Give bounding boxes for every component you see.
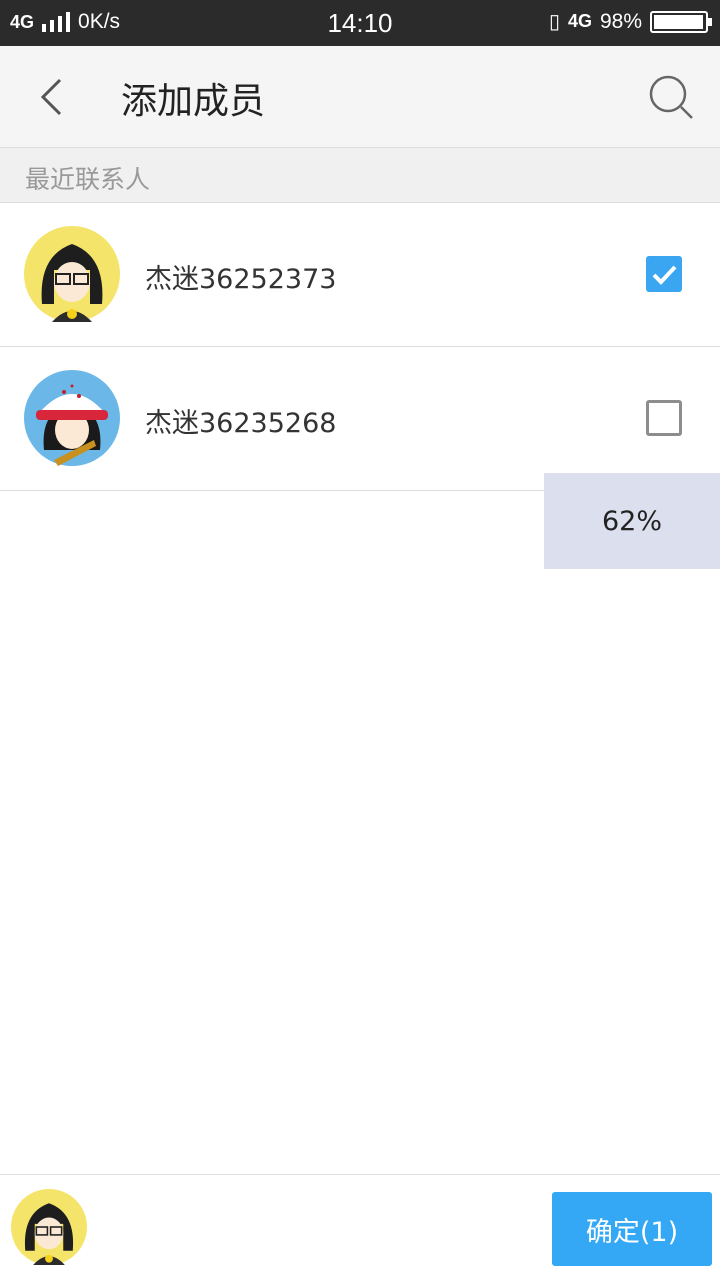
status-right: ▯ 4G 98% (548, 9, 712, 34)
chevron-left-icon[interactable] (30, 74, 76, 120)
battery-percent: 98% (599, 9, 642, 33)
search-icon[interactable] (646, 72, 698, 124)
avatar (24, 370, 120, 466)
contact-row[interactable]: 杰迷36235268 (0, 347, 720, 491)
contact-name: 杰迷36252373 (145, 264, 337, 295)
page-title: 添加成员 (121, 81, 266, 122)
status-bar: 4G 0K/s 14:10 ▯ 4G 98% (0, 0, 720, 46)
confirm-button[interactable]: 确定(1) (552, 1192, 712, 1266)
contact-name: 杰迷36235268 (145, 408, 337, 439)
battery-fill (654, 14, 703, 29)
app-header: 添加成员 (0, 46, 720, 148)
contact-checkbox[interactable] (646, 256, 682, 292)
selected-member-avatar[interactable] (11, 1189, 87, 1265)
section-header: 最近联系人 (0, 148, 720, 203)
contact-checkbox[interactable] (646, 400, 682, 436)
battery-icon (650, 10, 712, 33)
progress-tip: 62% (544, 473, 720, 569)
vibrate-icon: ▯ (548, 11, 560, 33)
network-type-right: 4G (567, 11, 592, 31)
bottom-bar: 确定(1) (0, 1174, 720, 1281)
contact-row[interactable]: 杰迷36252373 (0, 203, 720, 347)
check-icon (652, 265, 677, 285)
avatar (24, 226, 120, 322)
section-label: 最近联系人 (25, 165, 151, 194)
